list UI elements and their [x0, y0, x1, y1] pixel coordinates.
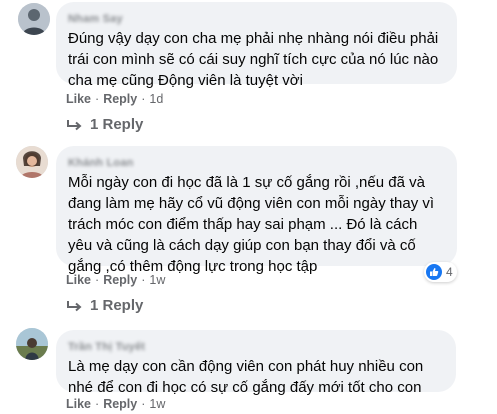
reply-arrow-icon — [67, 119, 82, 130]
separator: · — [95, 397, 100, 411]
avatar[interactable] — [18, 3, 50, 35]
comment-text-line: Mỗi ngày con đi học đã là 1 sự cố gắng r… — [68, 174, 425, 191]
view-replies-link[interactable]: 1 Reply — [66, 297, 143, 314]
avatar[interactable] — [16, 146, 48, 178]
comment-actions: Like · Reply · 1w — [66, 397, 165, 411]
comment-text-line: đang làm mẹ hãy cổ vũ động viên con mỗi … — [68, 195, 435, 212]
comment-bubble: Khánh Loan Mỗi ngày con đi học đã là 1 s… — [56, 146, 457, 275]
comment-actions: Like · Reply · 1w — [66, 273, 165, 287]
avatar-photo-icon — [16, 328, 48, 360]
avatar-photo-icon — [16, 146, 48, 178]
comment-text-line: cha mẹ cũng Động viên là tuyệt vời — [68, 72, 303, 89]
comment-actions: Like · Reply · 1d — [66, 92, 163, 106]
comment-author[interactable]: Khánh Loan — [68, 156, 134, 170]
comment-text-line: yêu và cũng là cách dạy giúp con bạn tha… — [68, 237, 416, 254]
comment-text-line: trách móc con điểm thấp hay sai phạm ...… — [68, 216, 418, 233]
comment-timestamp[interactable]: 1w — [149, 397, 165, 411]
like-button[interactable]: Like — [66, 397, 91, 411]
comment-timestamp[interactable]: 1w — [149, 273, 165, 287]
comment-text-line: Là mẹ dạy con cần động viên con phát huy… — [68, 358, 424, 375]
separator: · — [141, 397, 146, 411]
replies-count[interactable]: 1 Reply — [90, 116, 143, 133]
separator: · — [141, 273, 146, 287]
comment-text-line: trái con mình sẽ có cái suy nghĩ tích cự… — [68, 51, 439, 68]
comment-text-line: Đúng vậy dạy con cha mẹ phải nhẹ nhàng n… — [68, 30, 439, 47]
reaction-count: 4 — [446, 265, 453, 279]
comment-text: Mỗi ngày con đi học đã là 1 sự cố gắng r… — [68, 172, 445, 277]
comment-text: Đúng vậy dạy con cha mẹ phải nhẹ nhàng n… — [68, 28, 445, 91]
comment-bubble: Nham Say Đúng vậy dạy con cha mẹ phải nh… — [56, 2, 457, 89]
reply-arrow-icon — [67, 300, 82, 311]
replies-count[interactable]: 1 Reply — [90, 297, 143, 314]
avatar-photo-icon — [18, 3, 50, 35]
separator: · — [141, 92, 146, 106]
view-replies-link[interactable]: 1 Reply — [66, 116, 143, 133]
like-button[interactable]: Like — [66, 92, 91, 106]
comment-author[interactable]: Nham Say — [68, 12, 123, 26]
thumbs-up-icon — [426, 264, 442, 280]
reply-button[interactable]: Reply — [103, 92, 137, 106]
comment-author[interactable]: Trần Thị Tuyết — [68, 340, 145, 354]
like-button[interactable]: Like — [66, 273, 91, 287]
avatar[interactable] — [16, 328, 48, 360]
reply-button[interactable]: Reply — [103, 397, 137, 411]
comment-bubble: Trần Thị Tuyết Là mẹ dạy con cần động vi… — [56, 330, 456, 396]
comment-text-line: nhé để con đi học có sự cố gắng đấy mới … — [68, 379, 422, 396]
reply-button[interactable]: Reply — [103, 273, 137, 287]
separator: · — [95, 273, 100, 287]
comment-timestamp[interactable]: 1d — [149, 92, 163, 106]
reaction-summary[interactable]: 4 — [424, 262, 457, 282]
separator: · — [95, 92, 100, 106]
comment-text: Là mẹ dạy con cần động viên con phát huy… — [68, 356, 444, 398]
